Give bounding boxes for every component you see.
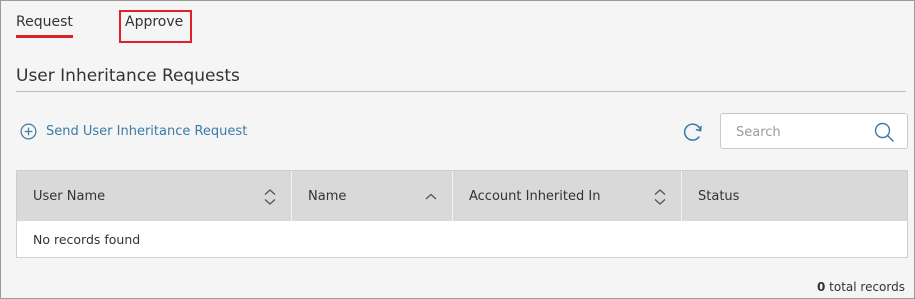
sort-icon [654, 189, 666, 205]
title-divider [16, 91, 906, 92]
total-records-count: 0 [816, 280, 826, 294]
plus-circle-icon [20, 123, 37, 139]
column-header-label: Status [698, 188, 740, 204]
tab-request[interactable]: Request [16, 14, 73, 30]
app-frame: Request Approve User Inheritance Request… [0, 0, 915, 299]
sort-ascending-icon [425, 193, 437, 200]
column-header-label: User Name [33, 188, 106, 204]
tab-approve-highlight [119, 10, 192, 43]
table-header: User Name Name Account Inherited In Stat… [17, 171, 907, 221]
column-header-label: Name [308, 188, 347, 204]
column-header-status[interactable]: Status [682, 171, 907, 221]
refresh-icon[interactable] [681, 120, 705, 144]
search-box [720, 113, 908, 149]
requests-table: User Name Name Account Inherited In Stat… [16, 170, 908, 258]
total-records-label: total records [829, 280, 905, 294]
column-header-label: Account Inherited In [469, 188, 601, 204]
empty-state-row: No records found [17, 221, 907, 258]
search-input[interactable] [736, 123, 866, 141]
column-header-name[interactable]: Name [292, 171, 453, 221]
page-title: User Inheritance Requests [16, 66, 240, 86]
empty-state-message: No records found [33, 232, 141, 247]
total-records: 0 total records [817, 280, 905, 294]
send-request-label: Send User Inheritance Request [46, 123, 248, 139]
sort-icon [264, 189, 276, 205]
search-icon[interactable] [874, 122, 894, 142]
column-header-account-inherited-in[interactable]: Account Inherited In [453, 171, 682, 221]
column-header-user-name[interactable]: User Name [17, 171, 292, 221]
send-request-button[interactable]: Send User Inheritance Request [20, 120, 247, 142]
active-tab-indicator [16, 35, 73, 38]
